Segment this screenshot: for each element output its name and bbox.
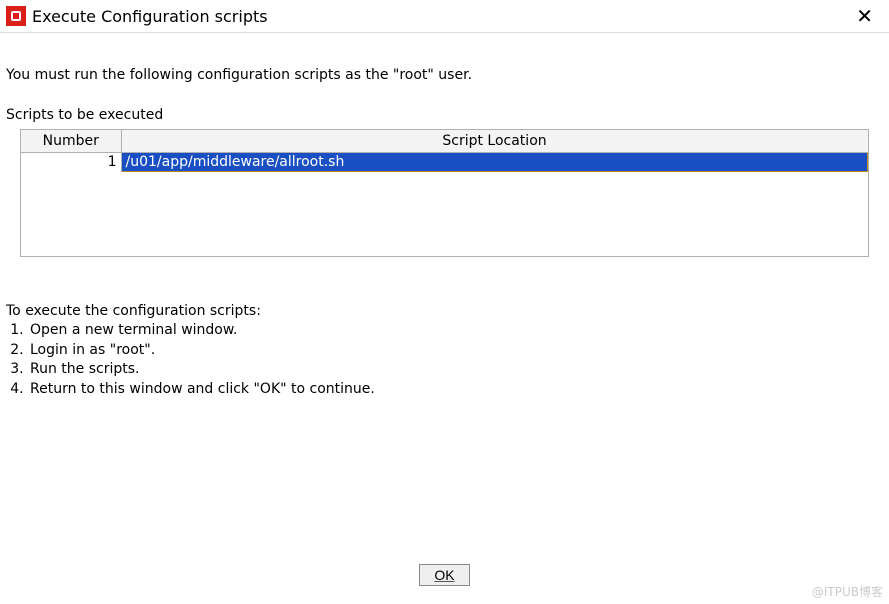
ok-button[interactable]: OK: [419, 564, 469, 586]
dialog-footer: OK: [0, 564, 889, 586]
oracle-icon: [6, 6, 26, 26]
watermark: @ITPUB博客: [812, 583, 883, 600]
cell-location: /u01/app/middleware/allroot.sh: [121, 153, 868, 172]
dialog-content: You must run the following configuration…: [0, 33, 889, 399]
titlebar: Execute Configuration scripts ✕: [0, 0, 889, 33]
titlebar-left: Execute Configuration scripts: [6, 6, 268, 26]
scripts-label: Scripts to be executed: [6, 107, 883, 123]
col-header-location: Script Location: [121, 130, 868, 153]
list-item: Open a new terminal window.: [28, 321, 883, 341]
col-header-number: Number: [21, 130, 121, 153]
window-title: Execute Configuration scripts: [32, 7, 268, 26]
root-user-message: You must run the following configuration…: [6, 67, 883, 83]
list-item: Run the scripts.: [28, 360, 883, 380]
instructions-list: Open a new terminal window. Login in as …: [6, 321, 883, 399]
close-icon[interactable]: ✕: [852, 6, 877, 26]
cell-number: 1: [21, 153, 121, 172]
instructions: To execute the configuration scripts: Op…: [6, 303, 883, 399]
list-item: Login in as "root".: [28, 341, 883, 361]
list-item: Return to this window and click "OK" to …: [28, 380, 883, 400]
instructions-title: To execute the configuration scripts:: [6, 303, 883, 319]
table-row[interactable]: 1 /u01/app/middleware/allroot.sh: [21, 153, 868, 172]
scripts-table: Number Script Location 1 /u01/app/middle…: [21, 130, 868, 172]
scripts-table-container: Number Script Location 1 /u01/app/middle…: [20, 129, 869, 257]
